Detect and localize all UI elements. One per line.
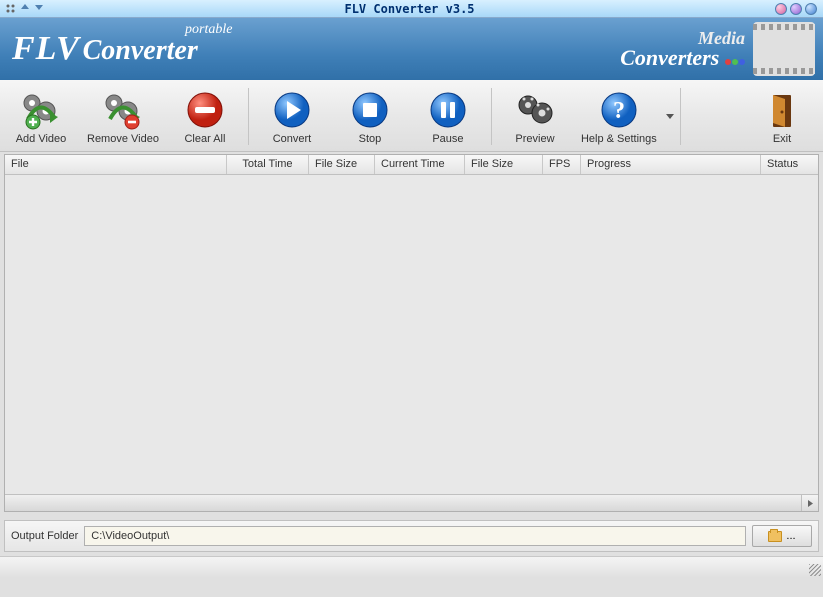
- stop-label: Stop: [359, 133, 382, 145]
- toolbar-separator: [248, 88, 249, 145]
- banner: FLV Converter portable Media Converters: [0, 18, 823, 80]
- statusbar: [0, 556, 823, 578]
- folder-icon: [768, 531, 782, 542]
- scroll-right-arrow[interactable]: [801, 495, 818, 511]
- add-video-button[interactable]: Add Video: [2, 84, 80, 149]
- file-list: File Total Time File Size Current Time F…: [4, 154, 819, 512]
- toolbar-separator: [680, 88, 681, 145]
- col-file[interactable]: File: [5, 155, 227, 174]
- clear-all-icon: [184, 89, 226, 131]
- rolldown-icon[interactable]: [34, 2, 44, 15]
- exit-button[interactable]: Exit: [743, 84, 821, 149]
- list-body[interactable]: [5, 175, 818, 494]
- output-folder-label: Output Folder: [11, 530, 78, 542]
- resize-grip[interactable]: [805, 557, 823, 578]
- minimize-button[interactable]: [775, 3, 787, 15]
- exit-label: Exit: [773, 133, 791, 145]
- logo-portable: portable: [185, 22, 232, 38]
- toolbar-separator: [491, 88, 492, 145]
- convert-label: Convert: [273, 133, 312, 145]
- col-file-size[interactable]: File Size: [309, 155, 375, 174]
- convert-icon: [271, 89, 313, 131]
- convert-button[interactable]: Convert: [253, 84, 331, 149]
- horizontal-scrollbar[interactable]: [5, 494, 818, 511]
- list-header: File Total Time File Size Current Time F…: [5, 155, 818, 175]
- clear-all-label: Clear All: [184, 133, 225, 145]
- titlebar-right-controls: [775, 3, 823, 15]
- stop-icon: [349, 89, 391, 131]
- filmstrip-icon: [753, 22, 815, 76]
- banner-brand: Media Converters: [620, 22, 815, 76]
- logo-converter: Converter: [83, 35, 198, 66]
- titlebar: FLV Converter v3.5: [0, 0, 823, 18]
- col-progress[interactable]: Progress: [581, 155, 761, 174]
- browse-dots: ...: [786, 530, 795, 542]
- remove-video-icon: [102, 89, 144, 131]
- help-settings-dropdown[interactable]: [664, 84, 676, 149]
- preview-label: Preview: [515, 133, 554, 145]
- exit-door-icon: [761, 89, 803, 131]
- preview-icon: [514, 89, 556, 131]
- chevron-down-icon: [666, 114, 674, 119]
- pause-label: Pause: [432, 133, 463, 145]
- app-logo: FLV Converter: [12, 30, 198, 68]
- help-icon: ?: [598, 89, 640, 131]
- col-status[interactable]: Status: [761, 155, 818, 174]
- pause-button[interactable]: Pause: [409, 84, 487, 149]
- output-folder-bar: Output Folder ...: [4, 520, 819, 552]
- window-title: FLV Converter v3.5: [44, 2, 775, 16]
- preview-button[interactable]: Preview: [496, 84, 574, 149]
- rollup-icon[interactable]: [20, 2, 30, 15]
- col-fps[interactable]: FPS: [543, 155, 581, 174]
- help-settings-label: Help & Settings: [581, 133, 657, 145]
- col-current-time[interactable]: Current Time: [375, 155, 465, 174]
- add-video-icon: [20, 89, 62, 131]
- toolbar: Add Video Remove Video: [0, 80, 823, 152]
- col-total-time[interactable]: Total Time: [227, 155, 309, 174]
- brand-converters: Converters: [620, 45, 719, 70]
- clear-all-button[interactable]: Clear All: [166, 84, 244, 149]
- remove-video-label: Remove Video: [87, 133, 159, 145]
- titlebar-left-controls: [0, 2, 44, 15]
- stop-button[interactable]: Stop: [331, 84, 409, 149]
- close-button[interactable]: [805, 3, 817, 15]
- svg-text:?: ?: [613, 98, 625, 124]
- browse-button[interactable]: ...: [752, 525, 812, 547]
- logo-flv: FLV: [12, 30, 80, 67]
- add-video-label: Add Video: [16, 133, 67, 145]
- col-file-size-2[interactable]: File Size: [465, 155, 543, 174]
- system-menu-icon[interactable]: [6, 4, 16, 14]
- remove-video-button[interactable]: Remove Video: [80, 84, 166, 149]
- output-folder-input[interactable]: [84, 526, 746, 546]
- help-settings-button[interactable]: ? Help & Settings: [574, 84, 664, 149]
- pause-icon: [427, 89, 469, 131]
- maximize-button[interactable]: [790, 3, 802, 15]
